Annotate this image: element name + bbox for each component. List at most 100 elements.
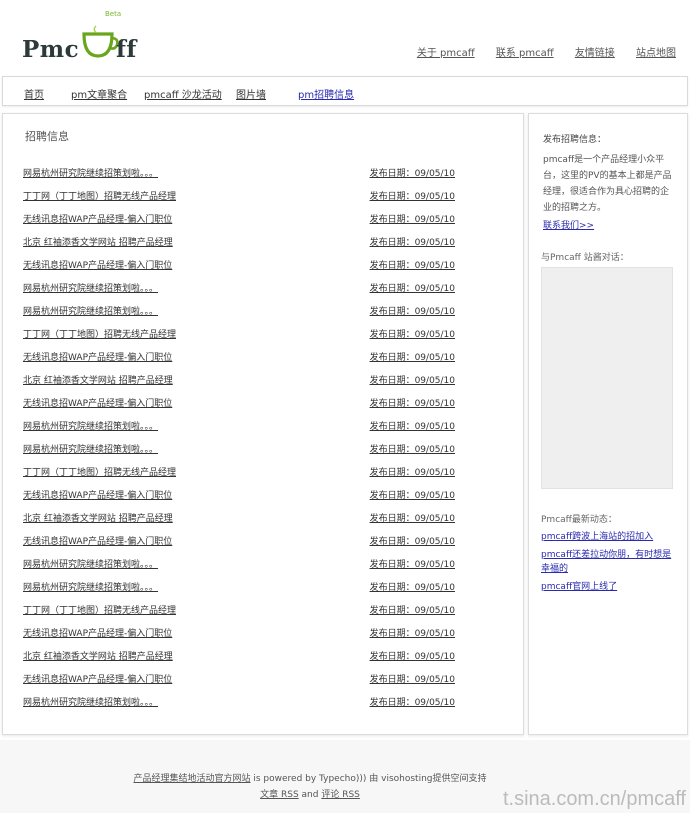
job-row: 网易杭州研究院继续招策划啦。。。 发布日期：09/05/10 bbox=[23, 554, 463, 577]
job-date-link[interactable]: 发布日期：09/05/10 bbox=[370, 534, 455, 547]
nav-item-salon[interactable]: pmcaff 沙龙活动 bbox=[144, 86, 222, 101]
job-date-link[interactable]: 发布日期：09/05/10 bbox=[370, 189, 455, 202]
job-title-link[interactable]: 北京 红袖添香文学网站 招聘产品经理 bbox=[23, 511, 173, 524]
job-date-link[interactable]: 发布日期：09/05/10 bbox=[370, 396, 455, 409]
job-title-link[interactable]: 丁丁网（丁丁地图）招聘无线产品经理 bbox=[23, 465, 176, 478]
job-row: 北京 红袖添香文学网站 招聘产品经理 发布日期：09/05/10 bbox=[23, 370, 463, 393]
page-title: 招聘信息 bbox=[25, 130, 69, 143]
job-date-link[interactable]: 发布日期：09/05/10 bbox=[370, 281, 455, 294]
job-row: 无线讯息招WAP产品经理-偏入门职位 发布日期：09/05/10 bbox=[23, 485, 463, 508]
main-nav: 首页 pm文章聚合 pmcaff 沙龙活动 图片墙 pm招聘信息 bbox=[2, 76, 688, 106]
job-row: 无线讯息招WAP产品经理-偏入门职位 发布日期：09/05/10 bbox=[23, 209, 463, 232]
job-date-link[interactable]: 发布日期：09/05/10 bbox=[370, 304, 455, 317]
news-link[interactable]: pmcaff还差拉动你朋，有时想是幸福的 bbox=[541, 550, 671, 574]
job-title-link[interactable]: 丁丁网（丁丁地图）招聘无线产品经理 bbox=[23, 327, 176, 340]
job-date-link[interactable]: 发布日期：09/05/10 bbox=[370, 672, 455, 685]
job-row: 网易杭州研究院继续招策划啦。。。 发布日期：09/05/10 bbox=[23, 577, 463, 600]
job-row: 丁丁网（丁丁地图）招聘无线产品经理 发布日期：09/05/10 bbox=[23, 324, 463, 347]
job-date-link[interactable]: 发布日期：09/05/10 bbox=[370, 488, 455, 501]
news-heading: Pmcaff最新动态： bbox=[541, 515, 617, 525]
job-title-link[interactable]: 无线讯息招WAP产品经理-偏入门职位 bbox=[23, 626, 172, 639]
nav-item-home[interactable]: 首页 bbox=[24, 86, 44, 101]
job-title-link[interactable]: 北京 红袖添香文学网站 招聘产品经理 bbox=[23, 235, 173, 248]
job-row: 北京 红袖添香文学网站 招聘产品经理 发布日期：09/05/10 bbox=[23, 646, 463, 669]
job-title-link[interactable]: 无线讯息招WAP产品经理-偏入门职位 bbox=[23, 534, 172, 547]
job-date-link[interactable]: 发布日期：09/05/10 bbox=[370, 626, 455, 639]
job-row: 网易杭州研究院继续招策划啦。。。 发布日期：09/05/10 bbox=[23, 439, 463, 462]
job-row: 丁丁网（丁丁地图）招聘无线产品经理 发布日期：09/05/10 bbox=[23, 462, 463, 485]
job-title-link[interactable]: 网易杭州研究院继续招策划啦。。。 bbox=[23, 166, 158, 179]
footer-site-link[interactable]: 产品经理集结地活动官方网站 bbox=[133, 774, 250, 784]
job-title-link[interactable]: 网易杭州研究院继续招策划啦。。。 bbox=[23, 281, 158, 294]
job-date-link[interactable]: 发布日期：09/05/10 bbox=[370, 235, 455, 248]
top-link-about[interactable]: 关于 pmcaff bbox=[417, 48, 475, 59]
job-date-link[interactable]: 发布日期：09/05/10 bbox=[370, 373, 455, 386]
nav-item-articles[interactable]: pm文章聚合 bbox=[71, 86, 127, 101]
top-link-sitemap[interactable]: 站点地图 bbox=[636, 48, 676, 59]
job-title-link[interactable]: 无线讯息招WAP产品经理-偏入门职位 bbox=[23, 396, 172, 409]
job-title-link[interactable]: 无线讯息招WAP产品经理-偏入门职位 bbox=[23, 258, 172, 271]
nav-item-jobs[interactable]: pm招聘信息 bbox=[298, 86, 354, 101]
job-row: 网易杭州研究院继续招策划啦。。。 发布日期：09/05/10 bbox=[23, 163, 463, 186]
top-link-friends[interactable]: 友情链接 bbox=[575, 48, 615, 59]
weibo-watermark: t.sina.com.cn/pmcaff bbox=[502, 788, 686, 810]
job-title-link[interactable]: 北京 红袖添香文学网站 招聘产品经理 bbox=[23, 373, 173, 386]
news-link[interactable]: pmcaff官网上线了 bbox=[541, 582, 617, 592]
job-title-link[interactable]: 丁丁网（丁丁地图）招聘无线产品经理 bbox=[23, 603, 176, 616]
sidebar: 发布招聘信息： pmcaff是一个产品经理小众平台，这里的PV的基本上都是产品经… bbox=[528, 113, 688, 735]
job-title-link[interactable]: 丁丁网（丁丁地图）招聘无线产品经理 bbox=[23, 189, 176, 202]
job-row: 北京 红袖添香文学网站 招聘产品经理 发布日期：09/05/10 bbox=[23, 232, 463, 255]
job-row: 无线讯息招WAP产品经理-偏入门职位 发布日期：09/05/10 bbox=[23, 669, 463, 692]
job-panel: 招聘信息 网易杭州研究院继续招策划啦。。。 发布日期：09/05/10 丁丁网（丁丁… bbox=[2, 113, 524, 735]
job-row: 无线讯息招WAP产品经理-偏入门职位 发布日期：09/05/10 bbox=[23, 531, 463, 554]
site-header: Beta Pmc ff 关于 pmcaff 联系 pmcaff 友情链接 站点地图 bbox=[0, 0, 690, 76]
job-title-link[interactable]: 无线讯息招WAP产品经理-偏入门职位 bbox=[23, 350, 172, 363]
job-date-link[interactable]: 发布日期：09/05/10 bbox=[370, 442, 455, 455]
job-title-link[interactable]: 网易杭州研究院继续招策划啦。。。 bbox=[23, 557, 158, 570]
job-date-link[interactable]: 发布日期：09/05/10 bbox=[370, 695, 455, 708]
nav-item-photo-wall[interactable]: 图片墙 bbox=[236, 86, 266, 101]
top-links: 关于 pmcaff 联系 pmcaff 友情链接 站点地图 bbox=[399, 44, 676, 59]
job-date-link[interactable]: 发布日期：09/05/10 bbox=[370, 419, 455, 432]
job-date-link[interactable]: 发布日期：09/05/10 bbox=[370, 465, 455, 478]
news-link[interactable]: pmcaff跨波上海站的招加入 bbox=[541, 532, 653, 542]
job-row: 丁丁网（丁丁地图）招聘无线产品经理 发布日期：09/05/10 bbox=[23, 186, 463, 209]
job-title-link[interactable]: 网易杭州研究院继续招策划啦。。。 bbox=[23, 442, 158, 455]
job-title-link[interactable]: 网易杭州研究院继续招策划啦。。。 bbox=[23, 304, 158, 317]
job-date-link[interactable]: 发布日期：09/05/10 bbox=[370, 258, 455, 271]
job-title-link[interactable]: 无线讯息招WAP产品经理-偏入门职位 bbox=[23, 672, 172, 685]
job-title-link[interactable]: 网易杭州研究院继续招策划啦。。。 bbox=[23, 580, 158, 593]
job-title-link[interactable]: 无线讯息招WAP产品经理-偏入门职位 bbox=[23, 212, 172, 225]
job-title-link[interactable]: 网易杭州研究院继续招策划啦。。。 bbox=[23, 419, 158, 432]
logo-text-suffix: ff bbox=[116, 36, 137, 63]
job-row: 网易杭州研究院继续招策划啦。。。 发布日期：09/05/10 bbox=[23, 692, 463, 715]
job-title-link[interactable]: 无线讯息招WAP产品经理-偏入门职位 bbox=[23, 488, 172, 501]
site-logo[interactable]: Beta Pmc ff bbox=[20, 10, 180, 70]
job-date-link[interactable]: 发布日期：09/05/10 bbox=[370, 212, 455, 225]
job-title-link[interactable]: 北京 红袖添香文学网站 招聘产品经理 bbox=[23, 649, 173, 662]
job-date-link[interactable]: 发布日期：09/05/10 bbox=[370, 166, 455, 179]
job-date-link[interactable]: 发布日期：09/05/10 bbox=[370, 557, 455, 570]
job-date-link[interactable]: 发布日期：09/05/10 bbox=[370, 511, 455, 524]
job-row: 网易杭州研究院继续招策划啦。。。 发布日期：09/05/10 bbox=[23, 301, 463, 324]
comments-rss-link[interactable]: 评论 RSS bbox=[321, 790, 360, 800]
logo-wordmark: Pmc ff bbox=[22, 36, 136, 63]
contact-us-link[interactable]: 联系我们>> bbox=[543, 218, 594, 231]
job-title-link[interactable]: 网易杭州研究院继续招策划啦。。。 bbox=[23, 695, 158, 708]
chat-heading: 与Pmcaff 站酱对话： bbox=[541, 253, 629, 263]
news-item: pmcaff跨波上海站的招加入 bbox=[541, 530, 679, 544]
post-job-heading: 发布招聘信息： bbox=[543, 135, 607, 145]
job-date-link[interactable]: 发布日期：09/05/10 bbox=[370, 580, 455, 593]
job-row: 网易杭州研究院继续招策划啦。。。 发布日期：09/05/10 bbox=[23, 416, 463, 439]
job-row: 北京 红袖添香文学网站 招聘产品经理 发布日期：09/05/10 bbox=[23, 508, 463, 531]
job-row: 无线讯息招WAP产品经理-偏入门职位 发布日期：09/05/10 bbox=[23, 623, 463, 646]
footer-powered-text: is powered by Typecho))) 由 visohosting提供… bbox=[250, 774, 487, 784]
job-row: 无线讯息招WAP产品经理-偏入门职位 发布日期：09/05/10 bbox=[23, 393, 463, 416]
job-date-link[interactable]: 发布日期：09/05/10 bbox=[370, 649, 455, 662]
job-date-link[interactable]: 发布日期：09/05/10 bbox=[370, 327, 455, 340]
job-date-link[interactable]: 发布日期：09/05/10 bbox=[370, 350, 455, 363]
top-link-contact[interactable]: 联系 pmcaff bbox=[496, 48, 554, 59]
chat-widget[interactable] bbox=[541, 267, 673, 489]
articles-rss-link[interactable]: 文章 RSS bbox=[260, 790, 299, 800]
job-date-link[interactable]: 发布日期：09/05/10 bbox=[370, 603, 455, 616]
